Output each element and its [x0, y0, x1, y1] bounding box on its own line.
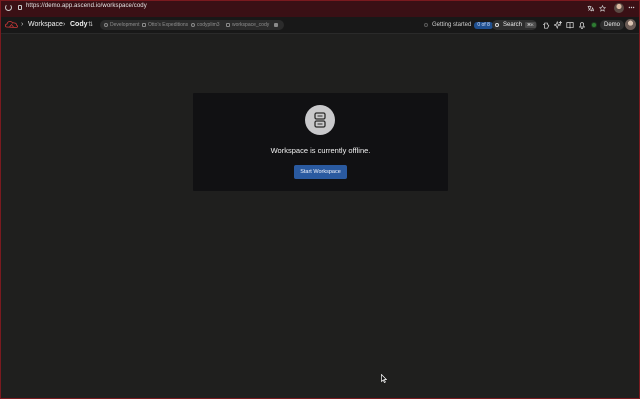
branch-icon	[191, 22, 195, 27]
status-indicator	[592, 23, 596, 27]
user-avatar[interactable]	[625, 19, 636, 30]
project-icon	[142, 22, 146, 27]
reload-icon[interactable]	[5, 4, 12, 11]
address-bar[interactable]: https://demo.app.ascend.io/workspace/cod…	[26, 3, 147, 9]
org-switcher-button[interactable]: Demo	[600, 20, 624, 30]
breadcrumb-cody[interactable]: Cody	[70, 21, 88, 28]
bookmark-star-icon[interactable]	[598, 4, 607, 14]
environment-icon	[104, 22, 108, 27]
search-button[interactable]: Search ⌘K	[492, 20, 537, 30]
database-icon	[226, 22, 230, 27]
getting-started-label: Getting started	[432, 22, 472, 28]
environment-chip[interactable]: Development	[104, 21, 139, 29]
breadcrumb-separator-icon: ›	[63, 20, 66, 28]
settings-icon	[274, 22, 278, 27]
project-label: Otto's Expeditions	[148, 22, 189, 28]
offline-message: Workspace is currently offline.	[270, 146, 371, 155]
translate-icon[interactable]	[587, 5, 595, 14]
browser-profile-avatar[interactable]	[614, 3, 624, 13]
branch-chip[interactable]: codyplim3	[191, 21, 220, 29]
server-icon	[305, 105, 335, 135]
chevron-up-down-icon[interactable]: ⇅	[88, 21, 93, 28]
database-label: workspace_cody	[232, 22, 270, 28]
mouse-cursor-icon	[381, 374, 387, 383]
environment-label: Development	[110, 22, 140, 28]
window-frame	[0, 0, 640, 399]
progress-ring-icon	[424, 22, 428, 27]
browser-toolbar: https://demo.app.ascend.io/workspace/cod…	[0, 0, 640, 17]
search-icon	[495, 22, 499, 27]
search-shortcut: ⌘K	[525, 22, 536, 28]
sparkle-icon[interactable]	[552, 19, 563, 32]
getting-started-badge: 0 of 8	[474, 21, 493, 29]
breadcrumb-separator-icon: ›	[21, 20, 24, 28]
bell-icon[interactable]	[578, 21, 586, 32]
context-selector[interactable]: Development Otto's Expeditions codyplim3…	[100, 20, 284, 30]
database-chip[interactable]: workspace_cody	[226, 21, 269, 29]
browser-menu-icon[interactable]	[628, 4, 635, 13]
branch-label: codyplim3	[197, 22, 220, 28]
hand-icon[interactable]	[542, 21, 550, 32]
breadcrumb-workspace[interactable]: Workspace	[28, 21, 63, 28]
context-settings-icon[interactable]	[274, 21, 278, 29]
workspace-offline-card: Workspace is currently offline. Start Wo…	[193, 93, 448, 191]
project-chip[interactable]: Otto's Expeditions	[142, 21, 188, 29]
getting-started-button[interactable]: Getting started 0 of 8	[424, 20, 493, 30]
app-header: › Workspace › Cody ⇅ Development Otto's …	[0, 17, 640, 34]
search-label: Search	[503, 22, 523, 28]
start-workspace-button[interactable]: Start Workspace	[294, 165, 347, 179]
lock-icon	[18, 5, 22, 10]
book-icon[interactable]	[566, 21, 574, 32]
ascend-logo-icon[interactable]	[5, 20, 18, 29]
